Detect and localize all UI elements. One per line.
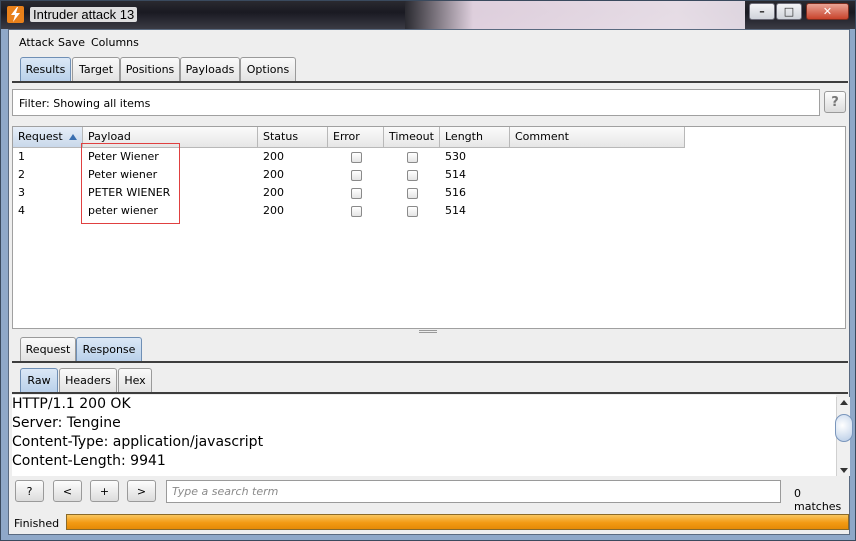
title-bar[interactable]: Intruder attack 13 – □ ✕ (1, 1, 855, 29)
tab-target[interactable]: Target (72, 57, 120, 81)
tab-positions[interactable]: Positions (120, 57, 180, 81)
menu-bar: Attack Save Columns (9, 30, 849, 54)
column-header-status[interactable]: Status (258, 127, 328, 148)
timeout-checkbox[interactable] (407, 170, 418, 181)
cell-status: 200 (263, 150, 284, 163)
main-tabs: Results Target Positions Payloads Option… (9, 57, 849, 81)
column-header-comment[interactable]: Comment (510, 127, 685, 148)
scroll-down-icon[interactable] (840, 468, 848, 473)
tab-headers[interactable]: Headers (59, 368, 117, 392)
tab-hex[interactable]: Hex (118, 368, 152, 392)
cell-comment (510, 202, 515, 220)
tab-response[interactable]: Response (76, 337, 142, 361)
column-header-error[interactable]: Error (328, 127, 384, 148)
cell-length: 516 (445, 186, 466, 199)
title-bar-background (405, 1, 745, 29)
menu-save[interactable]: Save (58, 36, 85, 49)
filter-text: Filter: Showing all items (19, 97, 151, 110)
filter-help-button[interactable]: ? (824, 91, 846, 113)
status-label: Finished (14, 517, 60, 530)
error-checkbox[interactable] (351, 206, 362, 217)
menu-columns[interactable]: Columns (91, 36, 139, 49)
cell-status: 200 (263, 186, 284, 199)
cell-comment (510, 166, 515, 184)
cell-status: 200 (263, 204, 284, 217)
scrollbar-thumb[interactable] (835, 414, 853, 442)
timeout-checkbox[interactable] (407, 188, 418, 199)
menu-attack[interactable]: Attack (19, 36, 54, 49)
view-tabs: Raw Headers Hex (9, 368, 849, 392)
cell-status: 200 (263, 168, 284, 181)
window-client-area: Attack Save Columns Results Target Posit… (8, 29, 853, 536)
error-checkbox[interactable] (351, 170, 362, 181)
error-checkbox[interactable] (351, 188, 362, 199)
response-raw-text[interactable]: HTTP/1.1 200 OK Server: Tengine Content-… (12, 395, 836, 476)
timeout-checkbox[interactable] (407, 152, 418, 163)
view-tabs-divider (12, 392, 848, 394)
search-bar: ? < + > 0 matches (9, 476, 849, 513)
maximize-button[interactable]: □ (776, 3, 802, 20)
cell-length: 514 (445, 204, 466, 217)
close-button[interactable]: ✕ (806, 3, 849, 20)
response-scrollbar[interactable] (835, 397, 853, 476)
timeout-checkbox[interactable] (407, 206, 418, 217)
search-add-button[interactable]: + (90, 480, 119, 502)
response-line: HTTP/1.1 200 OK (12, 396, 131, 412)
detail-tabs-divider (12, 361, 848, 363)
sort-ascending-icon (69, 134, 77, 140)
cell-comment (510, 148, 515, 166)
response-line: Server: Tengine (12, 415, 121, 431)
tab-payloads[interactable]: Payloads (180, 57, 240, 81)
search-input[interactable] (166, 480, 781, 503)
window-title: Intruder attack 13 (30, 7, 138, 22)
scroll-up-icon[interactable] (840, 400, 848, 405)
tab-request[interactable]: Request (20, 337, 76, 361)
pane-splitter[interactable] (419, 330, 437, 333)
attack-progress-bar (66, 514, 849, 530)
filter-bar[interactable]: Filter: Showing all items (12, 89, 820, 116)
column-header-request[interactable]: Request (13, 127, 83, 148)
response-line: Content-Type: application/javascript (12, 434, 264, 450)
column-header-timeout[interactable]: Timeout (384, 127, 440, 148)
response-line: Content-Length: 9941 (12, 453, 166, 469)
cell-request: 4 (18, 204, 25, 217)
search-help-button[interactable]: ? (15, 480, 44, 502)
results-table: Request Payload Status Error Timeout Len… (12, 126, 846, 329)
cell-length: 514 (445, 168, 466, 181)
tab-raw[interactable]: Raw (20, 368, 58, 392)
search-previous-button[interactable]: < (53, 480, 82, 502)
intruder-attack-window: Intruder attack 13 – □ ✕ Attack Save Col… (0, 0, 856, 541)
cell-comment (510, 184, 515, 202)
burp-lightning-icon (7, 6, 24, 23)
error-checkbox[interactable] (351, 152, 362, 163)
cell-request: 1 (18, 150, 25, 163)
tab-options[interactable]: Options (240, 57, 296, 81)
cell-request: 3 (18, 186, 25, 199)
payload-highlight-box (81, 143, 180, 224)
cell-request: 2 (18, 168, 25, 181)
search-next-button[interactable]: > (127, 480, 156, 502)
column-header-length[interactable]: Length (440, 127, 510, 148)
tab-results[interactable]: Results (20, 57, 71, 81)
minimize-button[interactable]: – (749, 3, 775, 20)
main-tabs-divider (12, 81, 848, 83)
cell-length: 530 (445, 150, 466, 163)
progress-fill (67, 515, 848, 529)
detail-tabs: Request Response (9, 337, 849, 361)
status-bar: Finished (9, 508, 849, 536)
